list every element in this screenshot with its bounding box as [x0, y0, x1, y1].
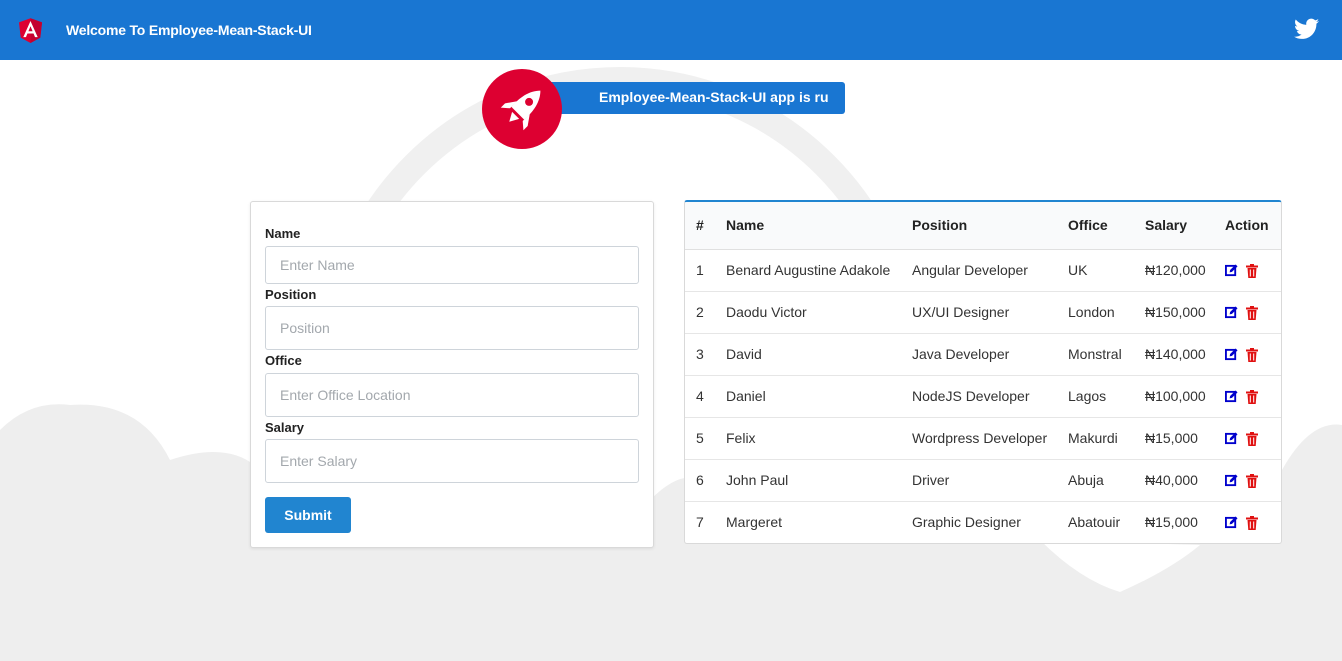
- employee-salary: ₦150,000: [1145, 291, 1225, 334]
- row-actions: [1225, 375, 1281, 418]
- row-index: 2: [685, 291, 726, 334]
- name-input[interactable]: [265, 246, 639, 284]
- row-actions: [1225, 249, 1281, 292]
- employee-position: Angular Developer: [912, 249, 1068, 292]
- office-input[interactable]: [265, 373, 639, 417]
- employee-position: UX/UI Designer: [912, 291, 1068, 334]
- employee-office: Lagos: [1068, 375, 1145, 418]
- edit-icon[interactable]: [1225, 348, 1238, 362]
- row-index: 5: [685, 417, 726, 460]
- employee-position: Driver: [912, 459, 1068, 502]
- column-header-office: Office: [1068, 202, 1145, 250]
- trash-icon[interactable]: [1246, 432, 1259, 447]
- employee-name: Daodu Victor: [726, 291, 912, 334]
- employee-position: Java Developer: [912, 333, 1068, 376]
- edit-icon[interactable]: [1225, 264, 1238, 278]
- table-row: 7 Margeret Graphic Designer Abatouir ₦15,000: [685, 501, 1281, 543]
- row-actions: [1225, 333, 1281, 376]
- row-index: 4: [685, 375, 726, 418]
- employee-salary: ₦15,000: [1145, 514, 1198, 531]
- employee-office: Abuja: [1068, 459, 1145, 502]
- employee-position: NodeJS Developer: [912, 375, 1068, 418]
- row-index: 1: [685, 249, 726, 292]
- app-title: Welcome To Employee-Mean-Stack-UI: [66, 22, 312, 38]
- submit-button[interactable]: Submit: [265, 497, 351, 533]
- column-header-action: Action: [1225, 202, 1281, 250]
- employee-office: Monstral: [1068, 333, 1145, 376]
- row-actions: [1225, 459, 1281, 502]
- table-row: 5 Felix Wordpress Developer Makurdi ₦15,000: [685, 417, 1281, 460]
- row-actions: [1225, 501, 1281, 543]
- salary-label: Salary: [265, 420, 305, 435]
- trash-icon[interactable]: [1246, 390, 1259, 405]
- table-header-row: # Name Position Office Salary Action: [685, 202, 1281, 250]
- table-row: 4 Daniel NodeJS Developer Lagos ₦100,000: [685, 375, 1281, 418]
- table-row: 2 Daodu Victor UX/UI Designer London ₦150,00…: [685, 291, 1281, 334]
- row-actions: [1225, 291, 1281, 334]
- rocket-badge: [482, 69, 562, 149]
- employee-name: Felix: [726, 417, 912, 460]
- row-index: 6: [685, 459, 726, 502]
- employee-office: London: [1068, 291, 1145, 334]
- edit-icon[interactable]: [1225, 306, 1238, 320]
- edit-icon[interactable]: [1225, 474, 1238, 488]
- table-row: 6 John Paul Driver Abuja ₦40,000: [685, 459, 1281, 502]
- column-header-index: #: [685, 202, 726, 250]
- running-banner: Employee-Mean-Stack-UI app is running!: [544, 82, 845, 114]
- employee-office: UK: [1068, 249, 1145, 292]
- position-label: Position: [265, 287, 317, 302]
- column-header-salary: Salary: [1145, 202, 1225, 250]
- office-label: Office: [265, 353, 302, 368]
- employee-salary: ₦15,000: [1145, 417, 1225, 460]
- employee-name: Margeret: [726, 514, 783, 531]
- employee-name: David: [726, 333, 912, 376]
- angular-logo-icon: [18, 18, 43, 44]
- employee-name: Daniel: [726, 375, 912, 418]
- employee-position: Graphic Designer: [912, 514, 1021, 531]
- column-header-name: Name: [726, 202, 912, 250]
- employee-table-card: # Name Position Office Salary Action 1 Be…: [684, 200, 1282, 544]
- trash-icon[interactable]: [1246, 474, 1259, 489]
- row-actions: [1225, 417, 1281, 460]
- employee-salary: ₦120,000: [1145, 249, 1225, 292]
- rocket-icon: [500, 90, 541, 131]
- trash-icon[interactable]: [1246, 264, 1259, 279]
- employee-salary: ₦140,000: [1145, 333, 1225, 376]
- banner-text: Employee-Mean-Stack-UI app is running!: [599, 89, 829, 105]
- salary-input[interactable]: [265, 439, 639, 483]
- employee-table: # Name Position Office Salary Action 1 Be…: [685, 202, 1281, 543]
- employee-salary: ₦40,000: [1145, 459, 1225, 502]
- table-row: 1 Benard Augustine Adakole Angular Develop…: [685, 249, 1281, 292]
- row-index: 3: [685, 333, 726, 376]
- trash-icon[interactable]: [1246, 516, 1259, 531]
- trash-icon[interactable]: [1246, 348, 1259, 363]
- employee-name: John Paul: [726, 459, 912, 502]
- employee-form: Name Position Office Salary Submit: [250, 201, 654, 548]
- employee-office: Abatouir: [1068, 514, 1121, 531]
- employee-name: Benard Augustine Adakole: [726, 249, 912, 292]
- trash-icon[interactable]: [1246, 306, 1259, 321]
- edit-icon[interactable]: [1225, 516, 1238, 530]
- edit-icon[interactable]: [1225, 432, 1238, 446]
- employee-office: Makurdi: [1068, 417, 1145, 460]
- employee-salary: ₦100,000: [1145, 375, 1225, 418]
- position-input[interactable]: [265, 306, 639, 350]
- employee-position: Wordpress Developer: [912, 417, 1068, 460]
- top-toolbar: Welcome To Employee-Mean-Stack-UI: [0, 0, 1342, 60]
- column-header-position: Position: [912, 202, 1068, 250]
- edit-icon[interactable]: [1225, 390, 1238, 404]
- twitter-icon[interactable]: [1294, 18, 1319, 40]
- name-label: Name: [265, 226, 301, 241]
- row-index: 7: [696, 514, 704, 531]
- table-row: 3 David Java Developer Monstral ₦140,000: [685, 333, 1281, 376]
